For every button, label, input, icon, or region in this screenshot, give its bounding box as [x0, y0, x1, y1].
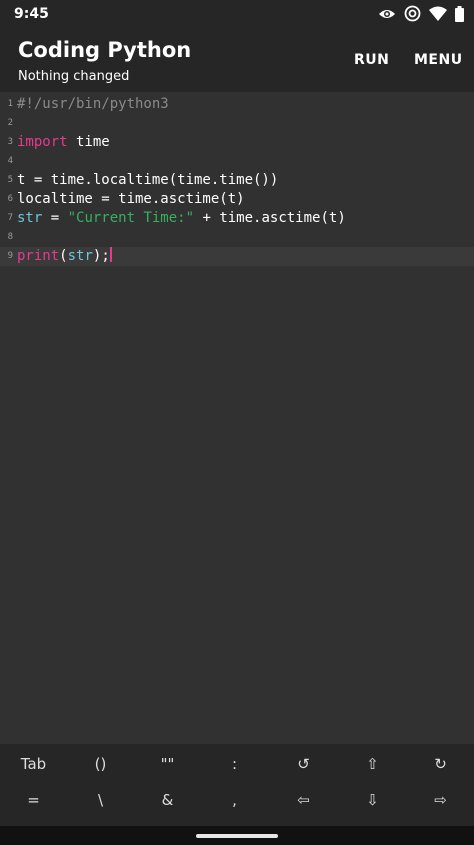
arrow-down-icon[interactable]: ⇩ [339, 780, 406, 820]
app-title: Coding Python [18, 38, 192, 62]
line-number: 7 [7, 213, 13, 223]
colon-key[interactable]: : [201, 744, 268, 784]
code-line: 1 #!/usr/bin/python3 [0, 95, 474, 114]
comma-key[interactable]: , [201, 780, 268, 820]
app-bar: Coding Python Nothing changed RUN MENU [0, 30, 474, 92]
text-cursor [109, 247, 112, 262]
code-text: str = "Current Time:" + time.asctime(t) [17, 209, 346, 228]
code-editor[interactable]: 1 #!/usr/bin/python3 2 3 import time 4 5… [0, 92, 474, 744]
line-number: 1 [7, 99, 13, 109]
identifier-token: str [67, 248, 93, 264]
arrow-up-icon[interactable]: ⇧ [339, 744, 406, 784]
code-token: ); [92, 248, 110, 264]
code-text: #!/usr/bin/python3 [17, 96, 169, 112]
line-number: 9 [7, 251, 13, 261]
hotspot-icon [404, 5, 421, 22]
code-text: t = time.localtime(time.time()) [17, 172, 279, 188]
eye-icon [378, 6, 396, 22]
parentheses-key[interactable]: () [67, 744, 134, 784]
ampersand-key[interactable]: & [134, 780, 201, 820]
code-line: 3 import time [0, 133, 474, 152]
code-text: localtime = time.asctime(t) [17, 191, 245, 207]
line-number: 3 [7, 137, 13, 147]
code-line: 7 str = "Current Time:" + time.asctime(t… [0, 209, 474, 228]
line-number: 5 [7, 175, 13, 185]
battery-icon [455, 5, 464, 22]
file-status-subtitle: Nothing changed [18, 69, 130, 84]
keyword-token: import [17, 134, 68, 150]
code-line: 5 t = time.localtime(time.time()) [0, 171, 474, 190]
line-number: 2 [7, 118, 13, 128]
code-line: 6 localtime = time.asctime(t) [0, 190, 474, 209]
backslash-key[interactable]: \ [67, 780, 134, 820]
undo-icon[interactable]: ↺ [270, 744, 337, 784]
code-token: + time.asctime(t) [194, 210, 346, 226]
equals-key[interactable]: = [0, 780, 67, 820]
code-text: import time [17, 133, 110, 152]
arrow-left-icon[interactable]: ⇦ [270, 780, 337, 820]
code-line: 8 [0, 228, 474, 247]
code-token: = [42, 210, 68, 226]
line-number: 6 [7, 194, 13, 204]
home-gesture-handle[interactable] [196, 834, 278, 838]
code-line: 4 [0, 152, 474, 171]
run-button[interactable]: RUN [354, 52, 389, 68]
status-icons [378, 5, 464, 22]
navigation-bar [0, 826, 474, 845]
string-token: "Current Time:" [67, 210, 195, 226]
line-number: 8 [7, 232, 13, 242]
status-bar: 9:45 [0, 0, 474, 30]
helper-key-bar: Tab () "" : ↺ ⇧ ↻ = \ & , ⇦ ⇩ ⇨ [0, 744, 474, 826]
arrow-right-icon[interactable]: ⇨ [407, 780, 474, 820]
code-token: ( [59, 248, 68, 264]
redo-icon[interactable]: ↻ [407, 744, 474, 784]
wifi-icon [429, 6, 447, 21]
code-token: time [67, 134, 110, 150]
tab-key[interactable]: Tab [0, 744, 67, 784]
status-time: 9:45 [14, 6, 49, 22]
code-text: print(str); [17, 247, 112, 266]
identifier-token: str [17, 210, 43, 226]
code-line: 2 [0, 114, 474, 133]
current-code-line: 9 print(str); [0, 247, 474, 266]
line-number: 4 [7, 156, 13, 166]
quotes-key[interactable]: "" [134, 744, 201, 784]
menu-button[interactable]: MENU [414, 52, 463, 68]
keyword-token: print [17, 248, 60, 264]
